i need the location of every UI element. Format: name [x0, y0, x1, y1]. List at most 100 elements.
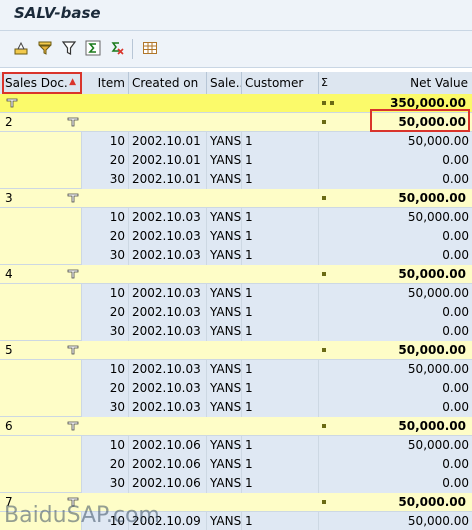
- group-column-cell: [0, 436, 82, 493]
- net-value-cell: 50,000.00: [319, 360, 472, 379]
- filter-icon[interactable]: [60, 39, 78, 57]
- column-header-net-value[interactable]: Σ Net Value: [319, 72, 472, 94]
- sales-org-cell: YANS: [207, 151, 242, 170]
- net-value-cell: 0.00: [319, 474, 472, 493]
- sales-org-cell: YANS: [207, 246, 242, 265]
- created-on-cell: 2002.10.03: [129, 303, 207, 322]
- item-cell: 10: [82, 360, 129, 379]
- sales-org-cell: YANS: [207, 170, 242, 189]
- item-cell: 20: [82, 151, 129, 170]
- sales-doc-number: 6: [5, 419, 13, 433]
- column-header-customer[interactable]: Customer: [242, 72, 319, 94]
- created-on-cell: 2002.10.03: [129, 284, 207, 303]
- expand-icon[interactable]: [67, 116, 79, 127]
- created-on-cell: 2002.10.03: [129, 322, 207, 341]
- details-icon[interactable]: [12, 39, 30, 57]
- group-column-cell: [0, 208, 82, 265]
- sigma-icon: Σ: [321, 76, 328, 89]
- net-value-cell: 0.00: [319, 170, 472, 189]
- customer-cell: 1: [242, 436, 319, 455]
- created-on-cell: 2002.10.01: [129, 151, 207, 170]
- net-value-cell: 50,000.00: [319, 284, 472, 303]
- subtotal-icon[interactable]: [108, 39, 126, 57]
- expand-icon[interactable]: [67, 192, 79, 203]
- created-on-cell: 2002.10.01: [129, 170, 207, 189]
- column-header-sales-org[interactable]: Sale...: [207, 72, 242, 94]
- customer-cell: 1: [242, 455, 319, 474]
- subtotal-value: 50,000.00: [398, 191, 466, 205]
- sales-org-cell: YANS: [207, 284, 242, 303]
- created-on-cell: 2002.10.06: [129, 436, 207, 455]
- sales-org-cell: YANS: [207, 379, 242, 398]
- subtotal-row[interactable]: 4 50,000.00: [0, 265, 472, 284]
- customer-cell: 1: [242, 360, 319, 379]
- column-label: Sales Doc.: [5, 76, 68, 90]
- item-cell: 20: [82, 227, 129, 246]
- item-cell: 30: [82, 398, 129, 417]
- sales-org-cell: YANS: [207, 360, 242, 379]
- expand-icon[interactable]: [67, 344, 79, 355]
- subtotal-highlight: [370, 109, 470, 132]
- item-cell: 30: [82, 246, 129, 265]
- item-cell: 10: [82, 208, 129, 227]
- customer-cell: 1: [242, 151, 319, 170]
- net-value-cell: 0.00: [319, 246, 472, 265]
- sales-org-cell: YANS: [207, 455, 242, 474]
- column-label: Net Value: [410, 76, 468, 90]
- sales-org-cell: YANS: [207, 512, 242, 530]
- created-on-cell: 2002.10.03: [129, 208, 207, 227]
- alv-toolbar: [0, 31, 472, 68]
- sales-doc-number: 4: [5, 267, 13, 281]
- sales-org-cell: YANS: [207, 322, 242, 341]
- item-cell: 30: [82, 474, 129, 493]
- customer-cell: 1: [242, 512, 319, 530]
- sales-org-cell: YANS: [207, 303, 242, 322]
- subtotal-value: 50,000.00: [398, 343, 466, 357]
- customer-cell: 1: [242, 246, 319, 265]
- created-on-cell: 2002.10.03: [129, 398, 207, 417]
- item-cell: 10: [82, 284, 129, 303]
- sales-org-cell: YANS: [207, 132, 242, 151]
- sales-org-cell: YANS: [207, 474, 242, 493]
- net-value-cell: 0.00: [319, 379, 472, 398]
- expand-icon[interactable]: [67, 420, 79, 431]
- net-value-cell: 0.00: [319, 151, 472, 170]
- sales-doc-number: 3: [5, 191, 13, 205]
- column-header-created-on[interactable]: Created on: [129, 72, 207, 94]
- customer-cell: 1: [242, 284, 319, 303]
- watermark: BaiduSAP.com: [4, 503, 160, 528]
- net-value-cell: 50,000.00: [319, 436, 472, 455]
- customer-cell: 1: [242, 208, 319, 227]
- item-cell: 30: [82, 322, 129, 341]
- sales-doc-number: 5: [5, 343, 13, 357]
- net-value-cell: 50,000.00: [319, 208, 472, 227]
- created-on-cell: 2002.10.03: [129, 246, 207, 265]
- net-value-cell: 50,000.00: [319, 132, 472, 151]
- sort-ascending-icon[interactable]: [36, 39, 54, 57]
- subtotal-row[interactable]: 6 50,000.00: [0, 417, 472, 436]
- column-header-item[interactable]: Item: [82, 72, 129, 94]
- expand-icon[interactable]: [67, 268, 79, 279]
- item-cell: 20: [82, 379, 129, 398]
- subtotal-row[interactable]: 3 50,000.00: [0, 189, 472, 208]
- column-header-sales-doc[interactable]: Sales Doc. ▲: [2, 72, 82, 94]
- layout-icon[interactable]: [141, 39, 159, 57]
- sort-ascending-indicator-icon: ▲: [69, 77, 76, 87]
- customer-cell: 1: [242, 227, 319, 246]
- item-cell: 30: [82, 170, 129, 189]
- group-column-cell: [0, 132, 82, 189]
- item-cell: 10: [82, 436, 129, 455]
- sales-org-cell: YANS: [207, 436, 242, 455]
- total-icon[interactable]: [84, 39, 102, 57]
- subtotal-value: 50,000.00: [398, 267, 466, 281]
- sales-org-cell: YANS: [207, 208, 242, 227]
- customer-cell: 1: [242, 379, 319, 398]
- subtotal-row[interactable]: 5 50,000.00: [0, 341, 472, 360]
- net-value-cell: 0.00: [319, 303, 472, 322]
- item-cell: 10: [82, 132, 129, 151]
- customer-cell: 1: [242, 474, 319, 493]
- expand-icon[interactable]: [6, 97, 18, 108]
- created-on-cell: 2002.10.03: [129, 360, 207, 379]
- net-value-cell: 0.00: [319, 322, 472, 341]
- title-bar: SALV-base: [0, 0, 472, 31]
